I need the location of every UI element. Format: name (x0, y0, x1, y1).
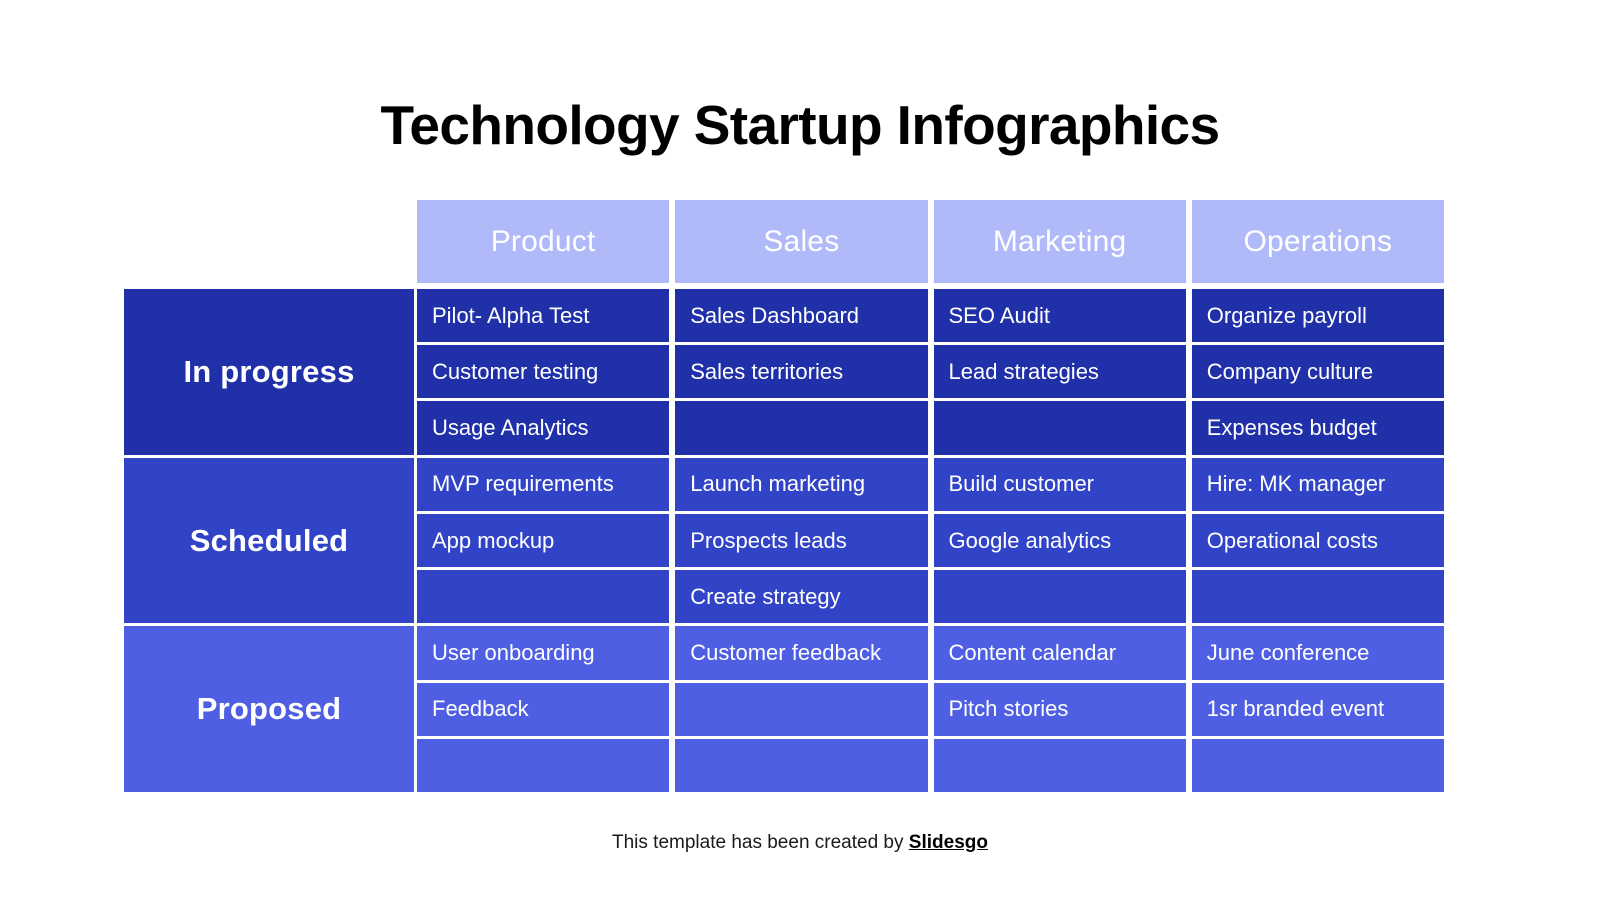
status-label-proposed: Proposed (124, 626, 414, 793)
task-cell[interactable] (1191, 570, 1444, 624)
status-matrix: Product Sales Marketing Operations In progr… (124, 200, 1444, 793)
task-cell[interactable]: Create strategy (675, 570, 928, 624)
task-cell[interactable]: Build customer (933, 457, 1186, 511)
column-header-operations: Operations (1191, 200, 1444, 283)
page-title: Technology Startup Infographics (380, 94, 1220, 156)
task-cell[interactable]: Google analytics (933, 513, 1186, 568)
column-header-marketing: Marketing (933, 200, 1186, 283)
task-cell[interactable]: Feedback (417, 682, 670, 736)
task-cell[interactable]: Prospects leads (675, 513, 928, 568)
matrix-column-headers: Product Sales Marketing Operations (417, 200, 1444, 283)
footer-credit: This template has been created by Slides… (0, 830, 1600, 856)
task-column: Organize payroll Company culture Expenses … (1191, 289, 1444, 455)
task-column: Launch marketing Prospects leads Create st… (675, 457, 928, 624)
task-cell[interactable]: 1sr branded event (1191, 682, 1444, 736)
task-cell[interactable]: Operational costs (1191, 513, 1444, 568)
task-cell[interactable] (417, 570, 670, 624)
task-column: Pilot- Alpha Test Customer testing Usage A… (417, 289, 670, 455)
task-cell[interactable] (933, 738, 1186, 792)
band-columns: Pilot- Alpha Test Customer testing Usage A… (417, 289, 1444, 455)
task-cell[interactable] (675, 738, 928, 792)
task-column: Sales Dashboard Sales territories (675, 289, 928, 455)
task-column: Content calendar Pitch stories (933, 626, 1186, 792)
task-cell[interactable]: Sales territories (675, 345, 928, 399)
task-cell[interactable]: Lead strategies (933, 345, 1186, 399)
task-column: Customer feedback (675, 626, 928, 792)
column-header-sales: Sales (675, 200, 928, 283)
task-cell[interactable]: Customer testing (417, 345, 670, 399)
band-columns: User onboarding Feedback Customer feedback… (417, 626, 1444, 792)
task-cell[interactable]: Company culture (1191, 345, 1444, 399)
task-cell[interactable]: Usage Analytics (417, 401, 670, 455)
task-cell[interactable]: June conference (1191, 626, 1444, 680)
task-cell[interactable] (417, 738, 670, 792)
task-cell[interactable] (933, 570, 1186, 624)
footer-text: This template has been created by (612, 832, 909, 853)
task-cell[interactable]: Customer feedback (675, 626, 928, 680)
task-cell[interactable] (675, 401, 928, 455)
status-label-in-progress: In progress (124, 289, 414, 455)
task-cell[interactable]: Pilot- Alpha Test (417, 289, 670, 343)
status-label-scheduled: Scheduled (124, 457, 414, 624)
task-cell[interactable]: SEO Audit (933, 289, 1186, 343)
task-column: SEO Audit Lead strategies (933, 289, 1186, 455)
task-cell[interactable]: Organize payroll (1191, 289, 1444, 343)
slide-canvas: Technology Startup Infographics Product S… (0, 0, 1600, 900)
task-cell[interactable] (1191, 738, 1444, 792)
task-cell[interactable] (675, 682, 928, 736)
task-cell[interactable]: Expenses budget (1191, 401, 1444, 455)
task-column: June conference 1sr branded event (1191, 626, 1444, 792)
column-header-product: Product (417, 200, 670, 283)
task-column: Build customer Google analytics (933, 457, 1186, 624)
task-cell[interactable]: MVP requirements (417, 457, 670, 511)
status-band: In progress Pilot- Alpha Test Customer tes… (124, 289, 1444, 455)
task-cell[interactable]: User onboarding (417, 626, 670, 680)
task-cell[interactable]: Launch marketing (675, 457, 928, 511)
task-column: Hire: MK manager Operational costs (1191, 457, 1444, 624)
task-cell[interactable]: Sales Dashboard (675, 289, 928, 343)
band-columns: MVP requirements App mockup Launch marketi… (417, 457, 1444, 624)
matrix-body: In progress Pilot- Alpha Test Customer tes… (124, 289, 1444, 793)
task-cell[interactable]: Content calendar (933, 626, 1186, 680)
task-cell[interactable] (933, 401, 1186, 455)
task-column: User onboarding Feedback (417, 626, 670, 792)
status-band: Proposed User onboarding Feedback Customer … (124, 626, 1444, 793)
task-cell[interactable]: Hire: MK manager (1191, 457, 1444, 511)
slidesgo-link[interactable]: Slidesgo (909, 832, 988, 853)
task-cell[interactable]: Pitch stories (933, 682, 1186, 736)
task-column: MVP requirements App mockup (417, 457, 670, 624)
status-band: Scheduled MVP requirements App mockup Launc… (124, 457, 1444, 624)
task-cell[interactable]: App mockup (417, 513, 670, 568)
